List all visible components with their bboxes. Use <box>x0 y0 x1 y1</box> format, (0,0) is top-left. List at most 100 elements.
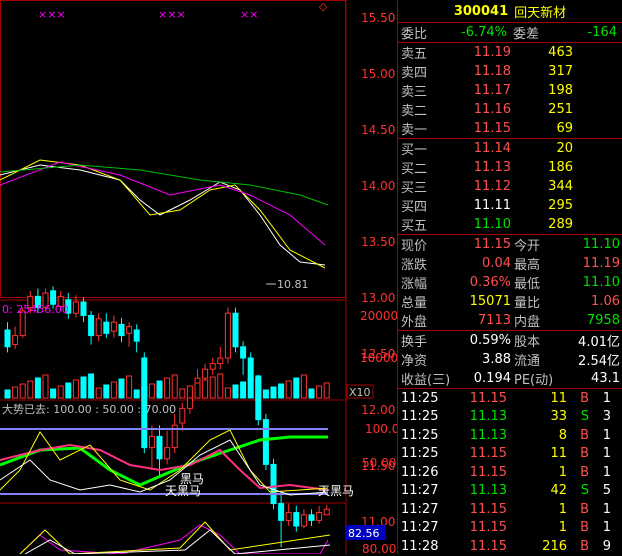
candle-body <box>293 512 300 527</box>
book-level-label: 买四 <box>401 200 428 215</box>
trade-side: B <box>580 520 589 536</box>
lower-axis-tick: 80.00 <box>362 542 396 554</box>
top-marker: ××× <box>158 8 186 21</box>
book-price: 11.10 <box>473 217 511 232</box>
stock-name: 回天新材 <box>514 5 567 21</box>
volume-bar <box>133 389 140 399</box>
fund-value: 2.54亿 <box>578 354 620 369</box>
trade-volume: 1 <box>558 464 567 480</box>
volume-bar <box>72 379 79 399</box>
candle-body <box>232 312 239 348</box>
stat-value: 11.19 <box>582 256 620 271</box>
book-level-label: 卖二 <box>401 104 428 119</box>
book-level-label: 买二 <box>401 162 428 177</box>
price-panel-frame <box>0 0 346 298</box>
candle-body <box>148 435 155 449</box>
kline-chart[interactable]: ××× ××× ×× ◇ 15.50 15.00 14.50 14.00 13.50 13… <box>0 0 397 554</box>
indicator-label: 大势已去: 100.00 : 50.00 : 70.00 <box>2 402 176 416</box>
price-axis-tick: 14.50 <box>361 123 395 137</box>
volume-bar <box>270 386 277 399</box>
stat-label: 涨跌 <box>401 258 428 273</box>
diamond-icon[interactable]: ◇ <box>319 0 328 13</box>
trade-volume: 33 <box>550 409 567 425</box>
volume-bar <box>50 388 57 399</box>
stat-label: 涨幅 <box>401 277 428 292</box>
book-price: 11.14 <box>473 141 511 156</box>
fund-label: 净资 <box>401 354 428 369</box>
volume-bar <box>308 388 315 399</box>
volume-bar <box>217 373 224 399</box>
volume-bar <box>194 382 201 399</box>
trade-side: B <box>580 538 589 554</box>
book-price: 11.18 <box>473 64 511 79</box>
book-price: 11.15 <box>473 121 511 136</box>
volume-bar <box>65 382 72 399</box>
ask-book: 卖五 11.19 463 卖四 11.18 317 卖三 11.17 198 卖二 11.16 251… <box>398 43 622 139</box>
book-volume: 463 <box>548 45 573 60</box>
trade-count: 9 <box>602 538 611 554</box>
trade-ticks[interactable]: 11:25 11.15 11 B 1 11:25 11.13 33 S 3 11:25 11.13 8 B… <box>398 389 622 556</box>
volume-bar <box>148 383 155 399</box>
indicator-axis-tick: 100.0 <box>365 422 397 436</box>
volume-bar <box>323 382 330 399</box>
trade-price: 11.15 <box>469 538 507 554</box>
stat-label: 内盘 <box>514 315 541 330</box>
book-level-label: 买一 <box>401 143 428 158</box>
candle-body <box>323 508 330 516</box>
stock-code: 300041 <box>453 3 509 19</box>
volume-bar <box>12 386 19 399</box>
volume-bar <box>285 380 292 399</box>
indicator-annotation: 天黑马 <box>318 484 354 498</box>
trade-time: 11:25 <box>401 427 439 443</box>
ma20-line <box>0 161 326 246</box>
volume-bar <box>224 387 231 399</box>
candle-body <box>12 335 19 346</box>
book-price: 11.12 <box>473 179 511 194</box>
candle-body <box>247 357 254 381</box>
fundamentals-row: 收益(三) 0.194 PE(动) 43.1 <box>398 369 622 388</box>
bid-row: 买五 11.10 289 <box>398 215 622 234</box>
trade-count: 1 <box>602 390 611 406</box>
stats-row: 涨跌 0.04 最高 11.19 <box>398 254 622 273</box>
book-volume: 186 <box>548 160 573 175</box>
book-volume: 69 <box>556 121 573 136</box>
fund-value: 0.194 <box>473 371 511 386</box>
volume-bar <box>278 383 285 399</box>
candle-body <box>126 326 133 334</box>
trade-count: 1 <box>602 501 611 517</box>
book-price: 11.16 <box>473 102 511 117</box>
book-volume: 295 <box>548 198 573 213</box>
stats-block: 现价 11.15 今开 11.10 涨跌 0.04 最高 11.19 涨幅 0.36% 最低 11.1… <box>398 235 622 331</box>
candle-body <box>80 301 87 316</box>
stats-row: 外盘 7113 内盘 7958 <box>398 311 622 330</box>
book-volume: 344 <box>548 179 573 194</box>
trade-row: 11:26 11.15 1 B 1 <box>398 463 622 482</box>
candle-body <box>95 318 102 337</box>
fund-label: 流通 <box>514 354 541 369</box>
book-level-label: 买五 <box>401 219 428 234</box>
trade-row: 11:28 11.15 216 B 9 <box>398 537 622 556</box>
trade-time: 11:27 <box>401 501 439 517</box>
trade-time: 11:28 <box>401 538 439 554</box>
trade-volume: 42 <box>550 483 567 499</box>
fund-value: 43.1 <box>591 371 620 386</box>
trade-side: S <box>580 483 589 499</box>
candle-body <box>118 323 125 337</box>
fundamentals-row: 换手 0.59% 股本 4.01亿 <box>398 331 622 350</box>
candle-body <box>4 329 11 348</box>
stat-label: 外盘 <box>401 315 428 330</box>
volume-bar <box>57 385 64 399</box>
stats-row: 涨幅 0.36% 最低 11.10 <box>398 273 622 292</box>
candle-body <box>217 357 224 365</box>
price-axis-tick: 13.00 <box>361 291 395 305</box>
price-axis-tick: 14.00 <box>361 179 395 193</box>
indicator-axis-tick: 50.00 <box>362 456 396 470</box>
stat-value: 0.04 <box>482 256 511 271</box>
trade-price: 11.15 <box>469 390 507 406</box>
stat-label: 今开 <box>514 239 541 254</box>
indicator-annotation: 天黑马 <box>165 484 201 498</box>
candle-body <box>209 363 216 370</box>
volume-bar <box>4 389 11 399</box>
volume-bar <box>42 374 49 399</box>
candle-body <box>179 407 186 424</box>
